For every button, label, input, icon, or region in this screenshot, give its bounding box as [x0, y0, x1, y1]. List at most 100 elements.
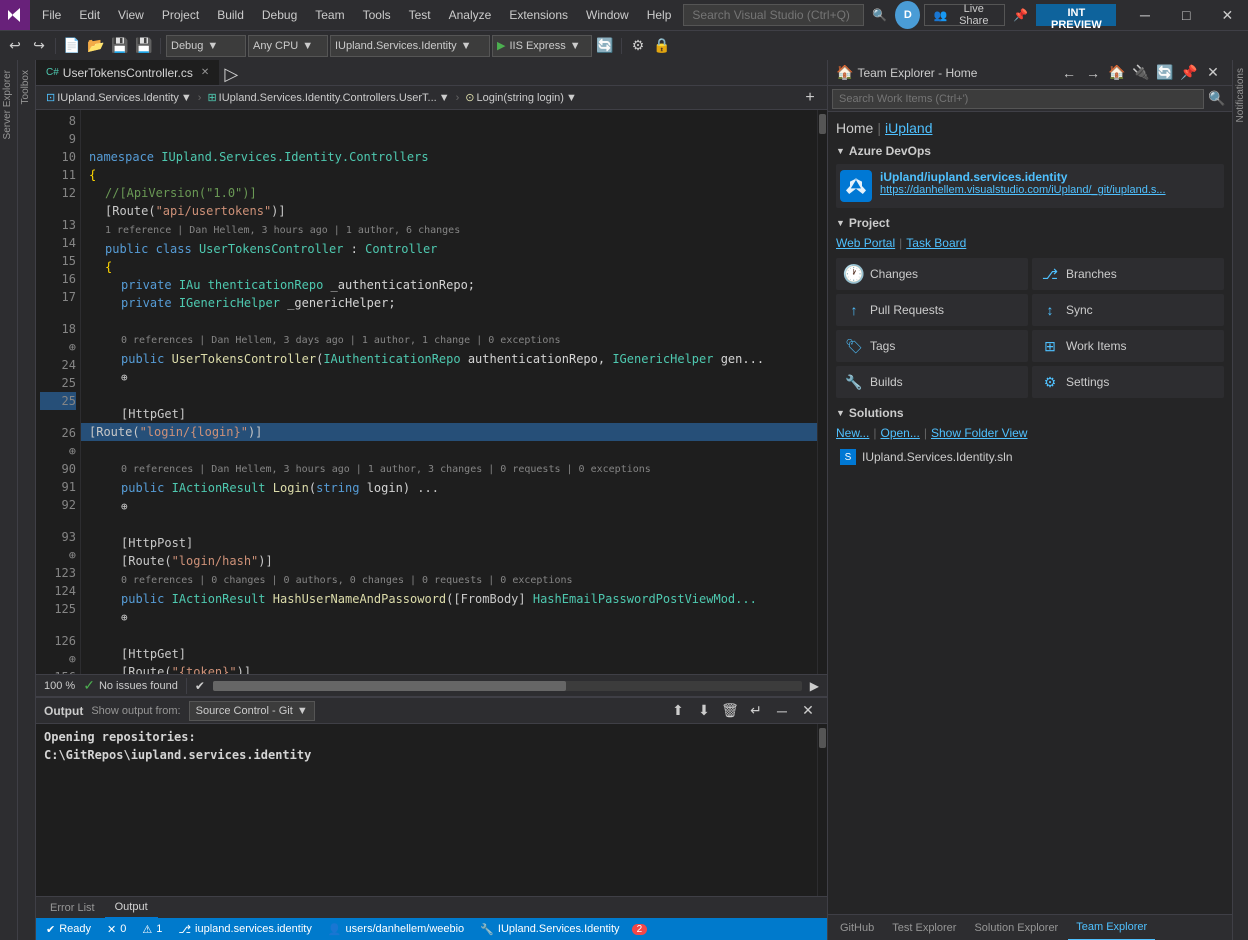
- new-project-button[interactable]: 📄: [61, 35, 83, 57]
- te-home-button[interactable]: 🏠: [1106, 62, 1128, 84]
- status-user[interactable]: 👤 users/danhellem/weebio: [324, 923, 468, 936]
- pin-icon[interactable]: 📌: [1013, 8, 1028, 22]
- azure-repo-url[interactable]: https://danhellem.visualstudio.com/iUpla…: [880, 184, 1220, 196]
- save-button[interactable]: 💾: [109, 35, 131, 57]
- solutions-folder-link[interactable]: Show Folder View: [931, 426, 1028, 440]
- cpu-dropdown[interactable]: Any CPU▼: [248, 35, 328, 57]
- open-button[interactable]: 📂: [85, 35, 107, 57]
- close-button[interactable]: ✕: [1207, 0, 1248, 30]
- status-issues[interactable]: ✓ No issues found: [83, 677, 178, 694]
- menu-project[interactable]: Project: [154, 4, 207, 26]
- status-separator: [186, 678, 187, 694]
- project-dropdown[interactable]: IUpland.Services.Identity▼: [330, 35, 490, 57]
- status-project-name[interactable]: 🔧 IUpland.Services.Identity: [476, 923, 623, 936]
- user-avatar[interactable]: D: [895, 1, 920, 29]
- editor-tab-active[interactable]: C# UserTokensController.cs ✕: [36, 60, 220, 85]
- server-explorer-label[interactable]: Server Explorer: [0, 60, 17, 149]
- undo-button[interactable]: ↩: [4, 35, 26, 57]
- output-source-dropdown[interactable]: Source Control - Git ▼: [189, 701, 315, 721]
- grid-sync[interactable]: ↕ Sync: [1032, 294, 1224, 326]
- grid-pull-requests[interactable]: ↑ Pull Requests: [836, 294, 1028, 326]
- breadcrumb-sep-2: ›: [456, 92, 460, 104]
- grid-branches[interactable]: ⎇ Branches: [1032, 258, 1224, 290]
- te-tab-github[interactable]: GitHub: [832, 915, 882, 940]
- menu-team[interactable]: Team: [307, 4, 352, 26]
- liveshare-button[interactable]: 👥 Live Share: [924, 4, 1005, 26]
- output-minimize[interactable]: ─: [771, 700, 793, 722]
- new-tab-button[interactable]: ▷: [220, 63, 242, 85]
- zoom-level[interactable]: 100 %: [44, 680, 75, 692]
- work-items-icon: ⊞: [1040, 336, 1060, 356]
- te-forward-button[interactable]: →: [1082, 62, 1104, 84]
- breadcrumb-controller[interactable]: ⊞ IUpland.Services.Identity.Controllers.…: [203, 89, 453, 106]
- output-scroll-up[interactable]: ⬆: [667, 700, 689, 722]
- notification-badge[interactable]: 2: [632, 924, 648, 935]
- output-word-wrap[interactable]: ↵: [745, 700, 767, 722]
- te-refresh-button[interactable]: 🔄: [1154, 62, 1176, 84]
- bottom-scrollbar-container[interactable]: [213, 681, 802, 691]
- output-scrollbar[interactable]: [817, 724, 827, 896]
- menu-build[interactable]: Build: [209, 4, 252, 26]
- breadcrumb-method[interactable]: ⊙ Login(string login) ▼: [461, 89, 581, 106]
- liveshare-icon: 👥: [933, 9, 947, 22]
- te-tab-test-explorer[interactable]: Test Explorer: [884, 915, 964, 940]
- te-search-button[interactable]: 🔍: [1206, 88, 1228, 110]
- menu-tools[interactable]: Tools: [355, 4, 399, 26]
- iis-dropdown[interactable]: ▶ IIS Express▼: [492, 35, 592, 57]
- code-content[interactable]: namespace IUpland.Services.Identity.Cont…: [81, 110, 817, 674]
- te-search-input[interactable]: [832, 89, 1204, 109]
- status-warnings[interactable]: ⚠ 1: [138, 923, 166, 936]
- te-tab-solution-explorer[interactable]: Solution Explorer: [966, 915, 1066, 940]
- toolbar-extra-1[interactable]: ⚙: [627, 35, 649, 57]
- redo-button[interactable]: ↪: [28, 35, 50, 57]
- output-clear[interactable]: 🗑: [719, 700, 741, 722]
- toolbar-extra-2[interactable]: 🔒: [651, 35, 673, 57]
- grid-tags[interactable]: 🏷 Tags: [836, 330, 1028, 362]
- grid-settings[interactable]: ⚙ Settings: [1032, 366, 1224, 398]
- menu-help[interactable]: Help: [639, 4, 680, 26]
- maximize-button[interactable]: □: [1166, 0, 1207, 30]
- tab-close-button[interactable]: ✕: [201, 67, 209, 78]
- add-method-button[interactable]: +: [799, 87, 821, 109]
- menu-debug[interactable]: Debug: [254, 4, 305, 26]
- te-tab-team-explorer[interactable]: Team Explorer: [1068, 915, 1155, 940]
- solution-item[interactable]: S IUpland.Services.Identity.sln: [836, 446, 1224, 468]
- tab-output[interactable]: Output: [105, 897, 158, 919]
- status-branch-name[interactable]: ⎇ iupland.services.identity: [174, 923, 315, 936]
- status-ready[interactable]: ✔ Ready: [42, 923, 95, 936]
- int-preview-button[interactable]: INT PREVIEW: [1036, 4, 1116, 26]
- menu-test[interactable]: Test: [401, 4, 439, 26]
- toolbox-label[interactable]: Toolbox: [18, 60, 35, 114]
- editor-scrollbar[interactable]: [817, 110, 827, 674]
- te-pin-button[interactable]: 📌: [1178, 62, 1200, 84]
- menu-view[interactable]: View: [110, 4, 152, 26]
- save-all-button[interactable]: 💾: [133, 35, 155, 57]
- menu-edit[interactable]: Edit: [71, 4, 108, 26]
- toolbar: ↩ ↪ 📄 📂 💾 💾 Debug▼ Any CPU▼ IUpland.Serv…: [0, 30, 1248, 60]
- te-back-button[interactable]: ←: [1058, 62, 1080, 84]
- status-errors[interactable]: ✕ 0: [103, 923, 130, 936]
- breadcrumb-namespace[interactable]: ⊡ IUpland.Services.Identity ▼: [42, 89, 196, 106]
- scroll-right-button[interactable]: ▶: [810, 679, 819, 693]
- refresh-button[interactable]: 🔄: [594, 35, 616, 57]
- tab-error-list[interactable]: Error List: [40, 897, 105, 919]
- grid-changes[interactable]: 🕐 Changes: [836, 258, 1028, 290]
- minimize-button[interactable]: ─: [1124, 0, 1165, 30]
- debug-config-dropdown[interactable]: Debug▼: [166, 35, 246, 57]
- title-search-input[interactable]: [683, 4, 864, 26]
- task-board-link[interactable]: Task Board: [906, 236, 966, 250]
- menu-window[interactable]: Window: [578, 4, 637, 26]
- menu-extensions[interactable]: Extensions: [501, 4, 576, 26]
- output-close[interactable]: ✕: [797, 700, 819, 722]
- solutions-new-link[interactable]: New...: [836, 426, 869, 440]
- te-connect-button[interactable]: 🔌: [1130, 62, 1152, 84]
- menu-analyze[interactable]: Analyze: [441, 4, 500, 26]
- grid-builds[interactable]: 🔧 Builds: [836, 366, 1028, 398]
- grid-work-items[interactable]: ⊞ Work Items: [1032, 330, 1224, 362]
- menu-file[interactable]: File: [34, 4, 69, 26]
- notifications-label[interactable]: Notifications: [1233, 60, 1248, 130]
- solutions-open-link[interactable]: Open...: [880, 426, 919, 440]
- output-scroll-down[interactable]: ⬇: [693, 700, 715, 722]
- web-portal-link[interactable]: Web Portal: [836, 236, 895, 250]
- te-close-button[interactable]: ✕: [1202, 62, 1224, 84]
